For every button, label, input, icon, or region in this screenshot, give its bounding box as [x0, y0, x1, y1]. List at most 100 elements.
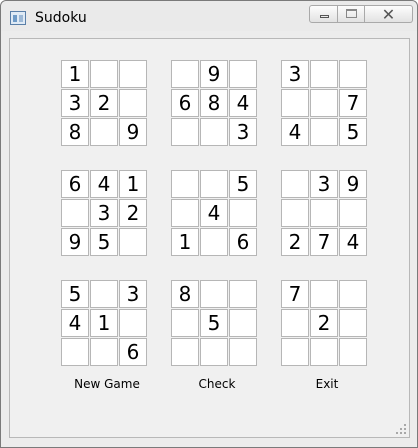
sudoku-cell[interactable] — [281, 170, 309, 198]
sudoku-cell[interactable]: 5 — [90, 228, 118, 256]
sudoku-window: Sudoku ✕ New Game Check Exit 13289968433… — [0, 0, 418, 448]
sudoku-cell[interactable]: 3 — [119, 280, 147, 308]
minimize-button[interactable] — [309, 5, 338, 23]
sudoku-cell[interactable] — [339, 309, 367, 337]
sudoku-cell[interactable] — [281, 89, 309, 117]
sudoku-cell[interactable]: 7 — [310, 228, 338, 256]
sudoku-block: 1328 9 — [61, 60, 148, 147]
game-area: New Game Check Exit 13289968433745641329… — [9, 38, 410, 438]
sudoku-cell[interactable] — [171, 338, 199, 366]
sudoku-cell[interactable]: 5 — [229, 170, 257, 198]
sudoku-cell[interactable] — [281, 338, 309, 366]
sudoku-cell[interactable]: 4 — [339, 228, 367, 256]
sudoku-cell[interactable] — [200, 228, 228, 256]
sudoku-cell[interactable]: 3 — [90, 199, 118, 227]
sudoku-cell[interactable]: 2 — [90, 89, 118, 117]
sudoku-cell[interactable]: 9 — [200, 60, 228, 88]
sudoku-cell[interactable] — [229, 60, 257, 88]
window-controls: ✕ — [309, 5, 413, 25]
sudoku-cell[interactable]: 1 — [61, 60, 89, 88]
window-title: Sudoku — [35, 10, 87, 26]
sudoku-block: 541 6 — [171, 170, 258, 257]
sudoku-cell[interactable]: 3 — [310, 170, 338, 198]
exit-button[interactable]: Exit — [277, 377, 377, 391]
sudoku-cell[interactable]: 5 — [200, 309, 228, 337]
sudoku-cell[interactable]: 2 — [119, 199, 147, 227]
sudoku-cell[interactable] — [171, 309, 199, 337]
sudoku-cell[interactable] — [281, 309, 309, 337]
sudoku-cell[interactable] — [310, 338, 338, 366]
new-game-button[interactable]: New Game — [57, 377, 157, 391]
sudoku-cell[interactable] — [171, 60, 199, 88]
sudoku-cell[interactable]: 5 — [61, 280, 89, 308]
sudoku-cell[interactable]: 1 — [90, 309, 118, 337]
sudoku-cell[interactable] — [119, 228, 147, 256]
sudoku-cell[interactable] — [171, 118, 199, 146]
sudoku-cell[interactable]: 6 — [229, 228, 257, 256]
maximize-button[interactable] — [338, 5, 365, 23]
sudoku-cell[interactable] — [119, 89, 147, 117]
sudoku-cell[interactable]: 8 — [61, 118, 89, 146]
sudoku-cell[interactable]: 1 — [171, 228, 199, 256]
sudoku-cell[interactable] — [200, 170, 228, 198]
sudoku-cell[interactable] — [229, 338, 257, 366]
sudoku-cell[interactable] — [200, 280, 228, 308]
sudoku-cell[interactable] — [229, 309, 257, 337]
sudoku-cell[interactable]: 4 — [200, 199, 228, 227]
sudoku-cell[interactable] — [310, 60, 338, 88]
sudoku-cell[interactable] — [339, 60, 367, 88]
sudoku-cell[interactable] — [200, 338, 228, 366]
sudoku-cell[interactable] — [229, 199, 257, 227]
sudoku-cell[interactable]: 4 — [229, 89, 257, 117]
title-bar[interactable]: Sudoku ✕ — [1, 1, 417, 31]
sudoku-block: 3 7 4 5 — [281, 60, 368, 147]
sudoku-block: 64132 95 — [61, 170, 148, 257]
sudoku-cell[interactable] — [90, 118, 118, 146]
size-grip-icon[interactable] — [396, 424, 406, 434]
sudoku-cell[interactable] — [281, 199, 309, 227]
sudoku-cell[interactable]: 6 — [61, 170, 89, 198]
check-button[interactable]: Check — [167, 377, 267, 391]
sudoku-cell[interactable] — [339, 338, 367, 366]
sudoku-cell[interactable]: 9 — [119, 118, 147, 146]
sudoku-cell[interactable] — [310, 118, 338, 146]
sudoku-cell[interactable] — [229, 280, 257, 308]
sudoku-cell[interactable] — [171, 170, 199, 198]
sudoku-cell[interactable] — [200, 118, 228, 146]
sudoku-block: 5 3 416 — [61, 280, 148, 367]
sudoku-cell[interactable]: 3 — [229, 118, 257, 146]
close-button[interactable]: ✕ — [365, 5, 413, 24]
sudoku-cell[interactable]: 9 — [339, 170, 367, 198]
sudoku-cell[interactable] — [310, 199, 338, 227]
sudoku-cell[interactable]: 6 — [119, 338, 147, 366]
sudoku-cell[interactable]: 3 — [61, 89, 89, 117]
sudoku-block: 39 274 — [281, 170, 368, 257]
sudoku-cell[interactable] — [61, 199, 89, 227]
sudoku-cell[interactable]: 2 — [281, 228, 309, 256]
sudoku-cell[interactable]: 8 — [171, 280, 199, 308]
sudoku-cell[interactable] — [90, 280, 118, 308]
sudoku-cell[interactable] — [310, 89, 338, 117]
sudoku-cell[interactable] — [339, 280, 367, 308]
sudoku-cell[interactable] — [90, 338, 118, 366]
sudoku-cell[interactable]: 7 — [281, 280, 309, 308]
sudoku-block: 96843 — [171, 60, 258, 147]
sudoku-cell[interactable]: 2 — [310, 309, 338, 337]
sudoku-cell[interactable] — [339, 199, 367, 227]
sudoku-cell[interactable]: 1 — [119, 170, 147, 198]
sudoku-cell[interactable]: 3 — [281, 60, 309, 88]
sudoku-cell[interactable]: 9 — [61, 228, 89, 256]
sudoku-cell[interactable] — [119, 309, 147, 337]
sudoku-cell[interactable]: 7 — [339, 89, 367, 117]
sudoku-cell[interactable]: 5 — [339, 118, 367, 146]
sudoku-cell[interactable]: 8 — [200, 89, 228, 117]
sudoku-cell[interactable]: 6 — [171, 89, 199, 117]
sudoku-cell[interactable] — [90, 60, 118, 88]
sudoku-cell[interactable]: 4 — [90, 170, 118, 198]
sudoku-cell[interactable] — [171, 199, 199, 227]
sudoku-cell[interactable] — [119, 60, 147, 88]
sudoku-cell[interactable]: 4 — [61, 309, 89, 337]
sudoku-cell[interactable] — [310, 280, 338, 308]
sudoku-cell[interactable] — [61, 338, 89, 366]
sudoku-cell[interactable]: 4 — [281, 118, 309, 146]
